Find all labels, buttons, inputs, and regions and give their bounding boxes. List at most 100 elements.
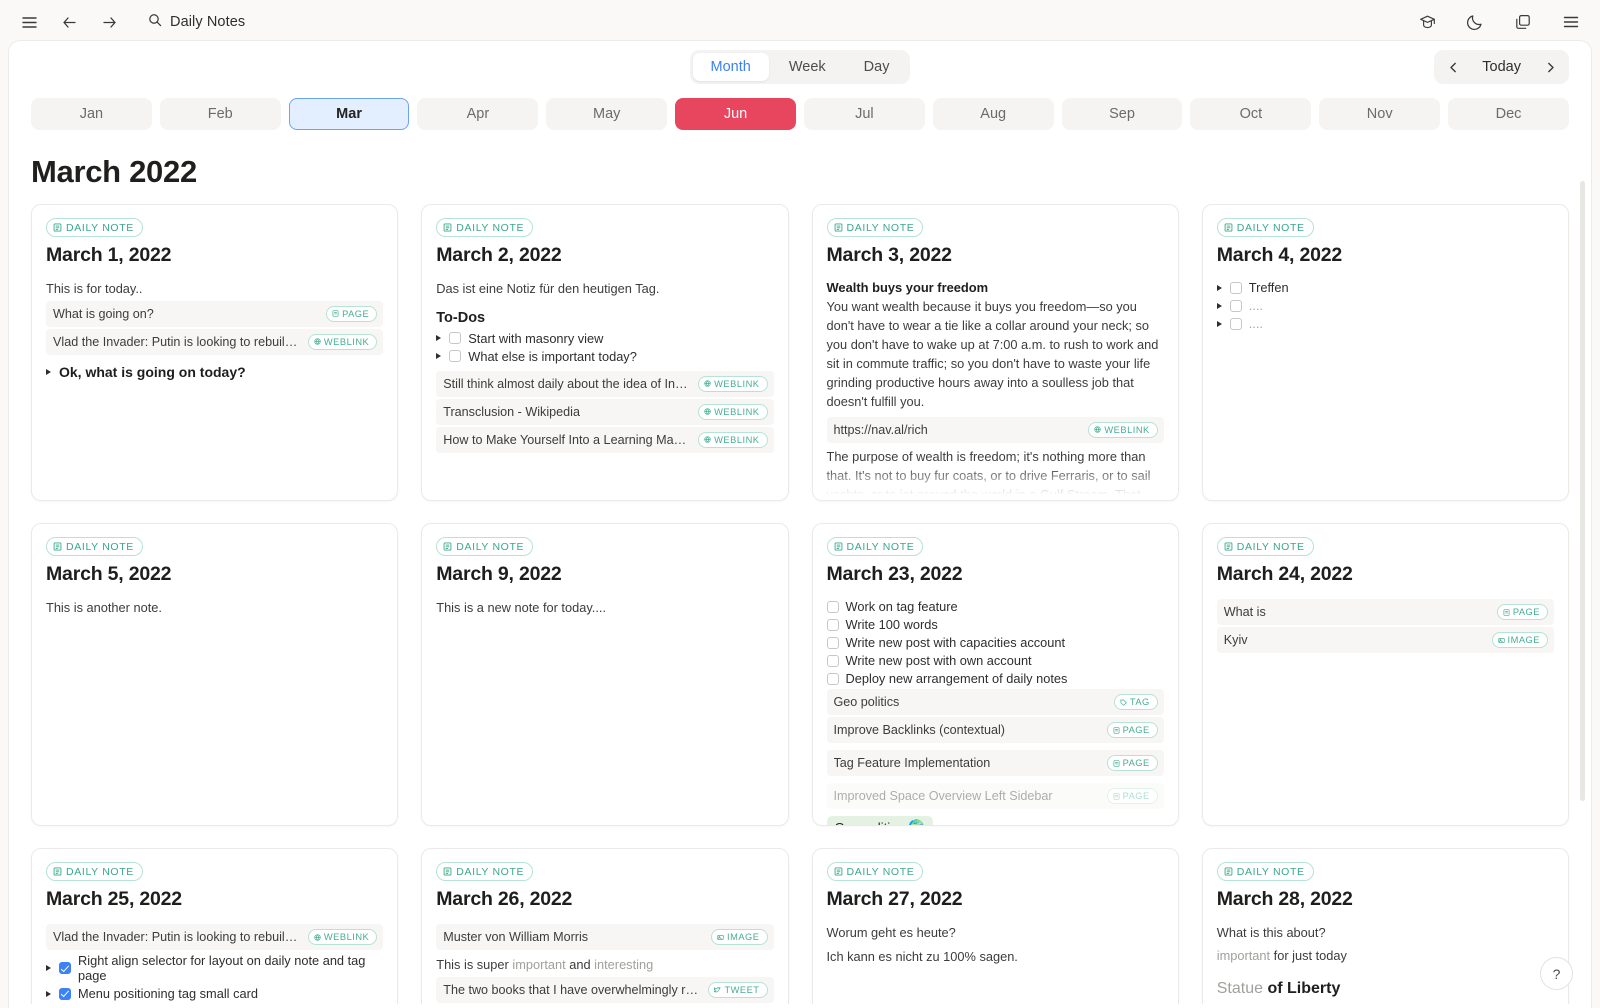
- reference-row[interactable]: What is PAGE: [1217, 599, 1554, 625]
- collapse-triangle-icon[interactable]: [1217, 303, 1222, 309]
- checkbox[interactable]: [449, 350, 461, 362]
- page-chip: PAGE: [1107, 755, 1158, 771]
- note-card-march-26[interactable]: DAILY NOTE March 26, 2022 Muster von Wil…: [421, 848, 788, 1004]
- tab-month[interactable]: Month: [693, 53, 769, 81]
- note-card-march-25[interactable]: DAILY NOTE March 25, 2022 Vlad the Invad…: [31, 848, 398, 1004]
- checkbox[interactable]: [827, 619, 839, 631]
- reference-row[interactable]: Improve Backlinks (contextual) PAGE: [827, 717, 1164, 743]
- reference-row[interactable]: Tag Feature Implementation PAGE: [827, 750, 1164, 776]
- checkbox[interactable]: [827, 673, 839, 685]
- reference-row[interactable]: Vlad the Invader: Putin is looking to re…: [46, 329, 383, 355]
- todo-item[interactable]: ....: [1217, 298, 1554, 313]
- reference-row[interactable]: Transclusion - Wikipedia WEBLINK: [436, 399, 773, 425]
- todo-item[interactable]: Write new post with own account: [827, 653, 1164, 668]
- note-card-march-27[interactable]: DAILY NOTE March 27, 2022 Worum geht es …: [812, 848, 1179, 1004]
- note-card-march-28[interactable]: DAILY NOTE March 28, 2022 What is this a…: [1202, 848, 1569, 1004]
- todo-item[interactable]: Write 100 words: [827, 617, 1164, 632]
- bullet-item[interactable]: Ok, what is going on today?: [46, 364, 383, 380]
- duplicate-icon[interactable]: [1510, 9, 1536, 35]
- collapse-triangle-icon[interactable]: [46, 965, 51, 971]
- checkbox-checked[interactable]: [59, 988, 71, 1000]
- collapse-triangle-icon[interactable]: [436, 335, 441, 341]
- month-may[interactable]: May: [546, 98, 667, 130]
- todo-item[interactable]: Write new post with capacities account: [827, 635, 1164, 650]
- note-card-march-3[interactable]: DAILY NOTE March 3, 2022 Wealth buys you…: [812, 204, 1179, 501]
- checkbox-checked[interactable]: [59, 962, 71, 974]
- note-card-march-1[interactable]: DAILY NOTE March 1, 2022 This is for tod…: [31, 204, 398, 501]
- month-nov[interactable]: Nov: [1319, 98, 1440, 130]
- inline-tag-important[interactable]: important: [512, 957, 565, 972]
- help-button[interactable]: ?: [1540, 957, 1573, 990]
- month-jan[interactable]: Jan: [31, 98, 152, 130]
- note-paragraph: Ich kann es nicht zu 100% sagen.: [827, 948, 1164, 967]
- note-card-march-2[interactable]: DAILY NOTE March 2, 2022 Das ist eine No…: [421, 204, 788, 501]
- prev-period-button[interactable]: [1438, 53, 1468, 81]
- todo-item[interactable]: Right align selector for layout on daily…: [46, 953, 383, 983]
- checkbox[interactable]: [827, 637, 839, 649]
- inline-tag-important[interactable]: important: [1217, 948, 1270, 963]
- reference-row[interactable]: Kyiv IMAGE: [1217, 627, 1554, 653]
- checkbox[interactable]: [1230, 282, 1242, 294]
- collapse-triangle-icon[interactable]: [1217, 285, 1222, 291]
- search-bar[interactable]: Daily Notes: [148, 13, 245, 32]
- bullet-item[interactable]: First: [1217, 1003, 1554, 1004]
- todo-item[interactable]: Deploy new arrangement of daily notes: [827, 671, 1164, 686]
- arrow-right-icon[interactable]: [96, 9, 122, 35]
- next-period-button[interactable]: [1535, 53, 1565, 81]
- month-selector: Jan Feb Mar Apr May Jun Jul Aug Sep Oct …: [9, 93, 1591, 130]
- note-card-march-24[interactable]: DAILY NOTE March 24, 2022 What is PAGE K…: [1202, 523, 1569, 826]
- collapse-triangle-icon[interactable]: [436, 353, 441, 359]
- month-oct[interactable]: Oct: [1190, 98, 1311, 130]
- moon-icon[interactable]: [1462, 9, 1488, 35]
- today-button[interactable]: Today: [1470, 54, 1533, 80]
- reference-row[interactable]: How to Make Yourself Into a Learning Mac…: [436, 427, 773, 453]
- reference-row[interactable]: Improved Space Overview Left Sidebar PAG…: [827, 783, 1164, 809]
- month-jul[interactable]: Jul: [804, 98, 925, 130]
- reference-row[interactable]: Vlad the Invader: Putin is looking to re…: [46, 924, 383, 950]
- reference-row[interactable]: The two books that I have overwhelmingly…: [436, 977, 773, 1003]
- reference-row[interactable]: Still think almost daily about the idea …: [436, 371, 773, 397]
- todo-item[interactable]: Work on tag feature: [827, 599, 1164, 614]
- note-card-march-5[interactable]: DAILY NOTE March 5, 2022 This is another…: [31, 523, 398, 826]
- tab-day[interactable]: Day: [846, 53, 908, 81]
- note-card-march-9[interactable]: DAILY NOTE March 9, 2022 This is a new n…: [421, 523, 788, 826]
- todo-item[interactable]: What else is important today?: [436, 349, 773, 364]
- reference-row[interactable]: Geo politics TAG: [827, 689, 1164, 715]
- checkbox[interactable]: [827, 601, 839, 613]
- collapse-triangle-icon[interactable]: [46, 369, 51, 375]
- reference-row[interactable]: What is going on? PAGE: [46, 301, 383, 327]
- arrow-left-icon[interactable]: [56, 9, 82, 35]
- inline-tag-interesting[interactable]: interesting: [594, 957, 653, 972]
- note-card-march-23[interactable]: DAILY NOTE March 23, 2022 Work on tag fe…: [812, 523, 1179, 826]
- month-jun[interactable]: Jun: [675, 98, 796, 130]
- hamburger-menu-icon[interactable]: [16, 9, 42, 35]
- tag-pill-geo-politics[interactable]: Geo politics 🌍: [827, 816, 933, 826]
- reference-row[interactable]: https://nav.al/rich WEBLINK: [827, 417, 1164, 443]
- month-apr[interactable]: Apr: [417, 98, 538, 130]
- todo-item[interactable]: Treffen: [1217, 280, 1554, 295]
- tab-week[interactable]: Week: [771, 53, 844, 81]
- todo-item[interactable]: ....: [1217, 316, 1554, 331]
- vertical-scrollbar[interactable]: [1580, 181, 1585, 801]
- collapse-triangle-icon[interactable]: [1217, 321, 1222, 327]
- checkbox[interactable]: [449, 332, 461, 344]
- month-dec[interactable]: Dec: [1448, 98, 1569, 130]
- inline-tag-statue[interactable]: Statue: [1217, 980, 1263, 997]
- reference-label: What is going on?: [53, 307, 318, 321]
- graduation-cap-icon[interactable]: [1414, 9, 1440, 35]
- todo-item[interactable]: Start with masonry view: [436, 331, 773, 346]
- checkbox[interactable]: [1230, 318, 1242, 330]
- todo-item[interactable]: Menu positioning tag small card: [46, 986, 383, 1001]
- month-aug[interactable]: Aug: [933, 98, 1054, 130]
- view-segmented-control[interactable]: Month Week Day: [690, 50, 911, 84]
- checkbox[interactable]: [1230, 300, 1242, 312]
- month-mar[interactable]: Mar: [289, 98, 410, 130]
- menu-icon[interactable]: [1558, 9, 1584, 35]
- month-sep[interactable]: Sep: [1062, 98, 1183, 130]
- note-card-march-4[interactable]: DAILY NOTE March 4, 2022 Treffen .... ..…: [1202, 204, 1569, 501]
- reference-row[interactable]: Muster von William Morris IMAGE: [436, 924, 773, 950]
- bullet-label: Ok, what is going on today?: [59, 364, 246, 380]
- month-feb[interactable]: Feb: [160, 98, 281, 130]
- checkbox[interactable]: [827, 655, 839, 667]
- collapse-triangle-icon[interactable]: [46, 991, 51, 997]
